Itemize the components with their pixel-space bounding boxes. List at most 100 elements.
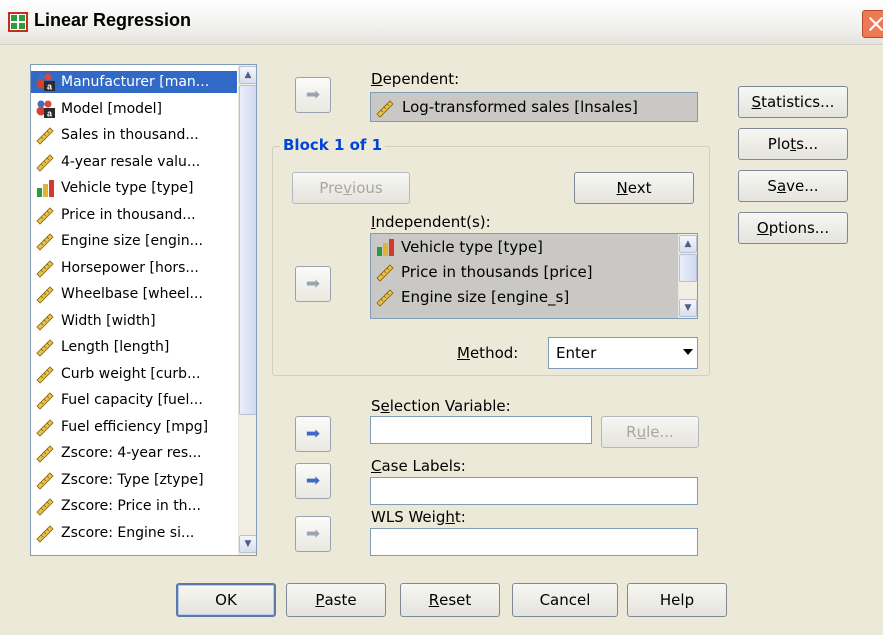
scale-ruler-icon xyxy=(35,231,57,251)
nominal-bar-icon xyxy=(375,237,397,257)
previous-button[interactable]: Pre v ious xyxy=(292,172,410,204)
independent-list-item[interactable]: Engine size [engine_s] xyxy=(371,286,569,308)
next-button[interactable]: Next xyxy=(574,172,694,204)
variable-list-item-label: Zscore: Price in th... xyxy=(61,498,201,514)
independents-scrollbar[interactable]: ▲ ▼ xyxy=(678,234,697,318)
variable-list-item[interactable]: Length [length] xyxy=(31,336,237,358)
variable-list-item[interactable]: Zscore: 4-year res... xyxy=(31,442,237,464)
variable-list-item[interactable]: Zscore: Type [ztype] xyxy=(31,469,237,491)
variable-list-item[interactable]: Fuel capacity [fuel... xyxy=(31,389,237,411)
selection-variable-field[interactable] xyxy=(370,416,592,444)
variable-list-item-label: Wheelbase [wheel... xyxy=(61,286,203,302)
variable-list-item[interactable]: Fuel efficiency [mpg] xyxy=(31,416,237,438)
method-select[interactable]: Enter xyxy=(548,337,698,369)
case-labels-field[interactable] xyxy=(370,477,698,505)
scroll-down-button[interactable]: ▼ xyxy=(679,299,697,317)
scroll-down-button[interactable]: ▼ xyxy=(239,535,256,553)
paste-button[interactable]: Paste xyxy=(286,583,386,617)
close-button[interactable] xyxy=(862,10,883,38)
scale-ruler-icon xyxy=(35,205,57,225)
scroll-up-button[interactable]: ▲ xyxy=(239,66,256,84)
variable-list-item[interactable]: Curb weight [curb... xyxy=(31,363,237,385)
case-labels-label: Case Labels: xyxy=(371,457,466,475)
scale-ruler-icon xyxy=(375,287,397,307)
independents-label: Independent(s): xyxy=(371,213,491,231)
scroll-thumb[interactable] xyxy=(679,254,697,282)
variable-list-item[interactable]: Wheelbase [wheel... xyxy=(31,283,237,305)
variable-list-item[interactable]: Sales in thousand... xyxy=(31,124,237,146)
options-button[interactable]: Options... xyxy=(738,212,848,244)
variable-list-item[interactable]: Zscore: Engine si... xyxy=(31,522,237,544)
scale-ruler-icon xyxy=(35,443,57,463)
move-to-independents-button[interactable]: ➡ xyxy=(295,266,331,302)
scale-ruler-icon xyxy=(376,100,394,118)
independent-list-item[interactable]: Vehicle type [type] xyxy=(371,236,543,258)
variable-list-item-label: Length [length] xyxy=(61,339,170,355)
variable-list-item[interactable]: a Model [model] xyxy=(31,98,237,120)
variable-list-item-label: Fuel efficiency [mpg] xyxy=(61,418,209,435)
variable-list-item-label: Engine size [engin... xyxy=(61,233,203,249)
variable-list-item[interactable]: Horsepower [hors... xyxy=(31,257,237,279)
dependent-label: Dependent: xyxy=(371,70,460,88)
independent-list-item-label: Price in thousands [price] xyxy=(401,263,593,281)
independent-list-item-label: Vehicle type [type] xyxy=(401,238,543,256)
scale-ruler-icon xyxy=(35,337,57,357)
scroll-thumb[interactable] xyxy=(239,85,256,415)
variable-list-item-label: Curb weight [curb... xyxy=(61,365,201,382)
scale-ruler-icon xyxy=(35,258,57,278)
variable-list-item-label: 4-year resale valu... xyxy=(61,153,201,170)
scale-ruler-icon xyxy=(375,262,397,282)
scale-ruler-icon xyxy=(35,417,57,437)
move-to-wls-weight-button[interactable]: ➡ xyxy=(295,516,331,552)
rule-button[interactable]: Ru le... xyxy=(601,416,699,448)
scroll-up-button[interactable]: ▲ xyxy=(679,235,697,253)
variable-list-item-label: Zscore: 4-year res... xyxy=(61,445,202,461)
move-to-selection-button[interactable]: ➡ xyxy=(295,416,331,452)
independent-list-item[interactable]: Price in thousands [price] xyxy=(371,261,593,283)
scale-ruler-icon xyxy=(35,390,57,410)
save-button[interactable]: Sa ve... xyxy=(738,170,848,202)
variable-list-item-label: Zscore: Engine si... xyxy=(61,524,195,541)
spss-app-icon xyxy=(8,12,28,32)
variable-list-item-label: Fuel capacity [fuel... xyxy=(61,392,203,408)
reset-button[interactable]: Reset xyxy=(400,583,500,617)
arrow-right-icon: ➡ xyxy=(305,470,321,491)
variable-list-item-label: Model [model] xyxy=(61,100,163,117)
variable-list-item[interactable]: Width [width] xyxy=(31,310,237,332)
variable-list-item-label: Sales in thousand... xyxy=(61,127,199,143)
variable-list-item-label: Manufacturer [man... xyxy=(61,74,210,90)
dependent-field[interactable]: Log-transformed sales [lnsales] xyxy=(370,92,698,122)
arrow-right-icon: ➡ xyxy=(305,523,321,544)
variable-list-item-label: Horsepower [hors... xyxy=(61,259,199,276)
block-title: Block 1 of 1 xyxy=(280,136,386,154)
cancel-button[interactable]: Cancel xyxy=(512,583,618,617)
move-to-case-labels-button[interactable]: ➡ xyxy=(295,463,331,499)
statistics-button[interactable]: Statistics... xyxy=(738,86,848,118)
arrow-right-icon: ➡ xyxy=(305,84,321,105)
ok-button[interactable]: OK xyxy=(176,583,276,617)
move-to-dependent-button[interactable]: ➡ xyxy=(295,77,331,113)
variable-list-item[interactable]: 4-year resale valu... xyxy=(31,151,237,173)
variable-list-item[interactable]: Price in thousand... xyxy=(31,204,237,226)
method-label: Method: xyxy=(457,344,519,362)
scale-ruler-icon xyxy=(35,523,57,543)
scale-ruler-icon xyxy=(35,284,57,304)
help-button[interactable]: Help xyxy=(627,583,727,617)
variable-list-item[interactable]: Engine size [engin... xyxy=(31,230,237,252)
window-title: Linear Regression xyxy=(34,10,192,30)
dependent-value: Log-transformed sales [lnsales] xyxy=(402,98,638,116)
arrow-right-icon: ➡ xyxy=(305,273,321,294)
scale-ruler-icon xyxy=(35,311,57,331)
wls-weight-label: WLS Weight: xyxy=(371,508,466,526)
variable-list[interactable]: Zscore: Engine si... Zscore: Price in th.… xyxy=(30,64,257,556)
variable-list-item[interactable]: Vehicle type [type] xyxy=(31,177,237,199)
nominal-bar-icon xyxy=(35,178,57,198)
chevron-down-icon xyxy=(683,349,693,355)
method-value: Enter xyxy=(556,344,597,362)
variable-list-item[interactable]: Zscore: Price in th... xyxy=(31,495,237,517)
variable-list-item[interactable]: a Manufacturer [man... xyxy=(31,71,237,93)
variable-list-scrollbar[interactable]: ▲ ▼ xyxy=(238,65,256,555)
independents-list[interactable]: Engine size [engine_s] Price in thousands… xyxy=(370,233,698,319)
wls-weight-field[interactable] xyxy=(370,528,698,556)
plots-button[interactable]: Plo t s... xyxy=(738,128,848,160)
